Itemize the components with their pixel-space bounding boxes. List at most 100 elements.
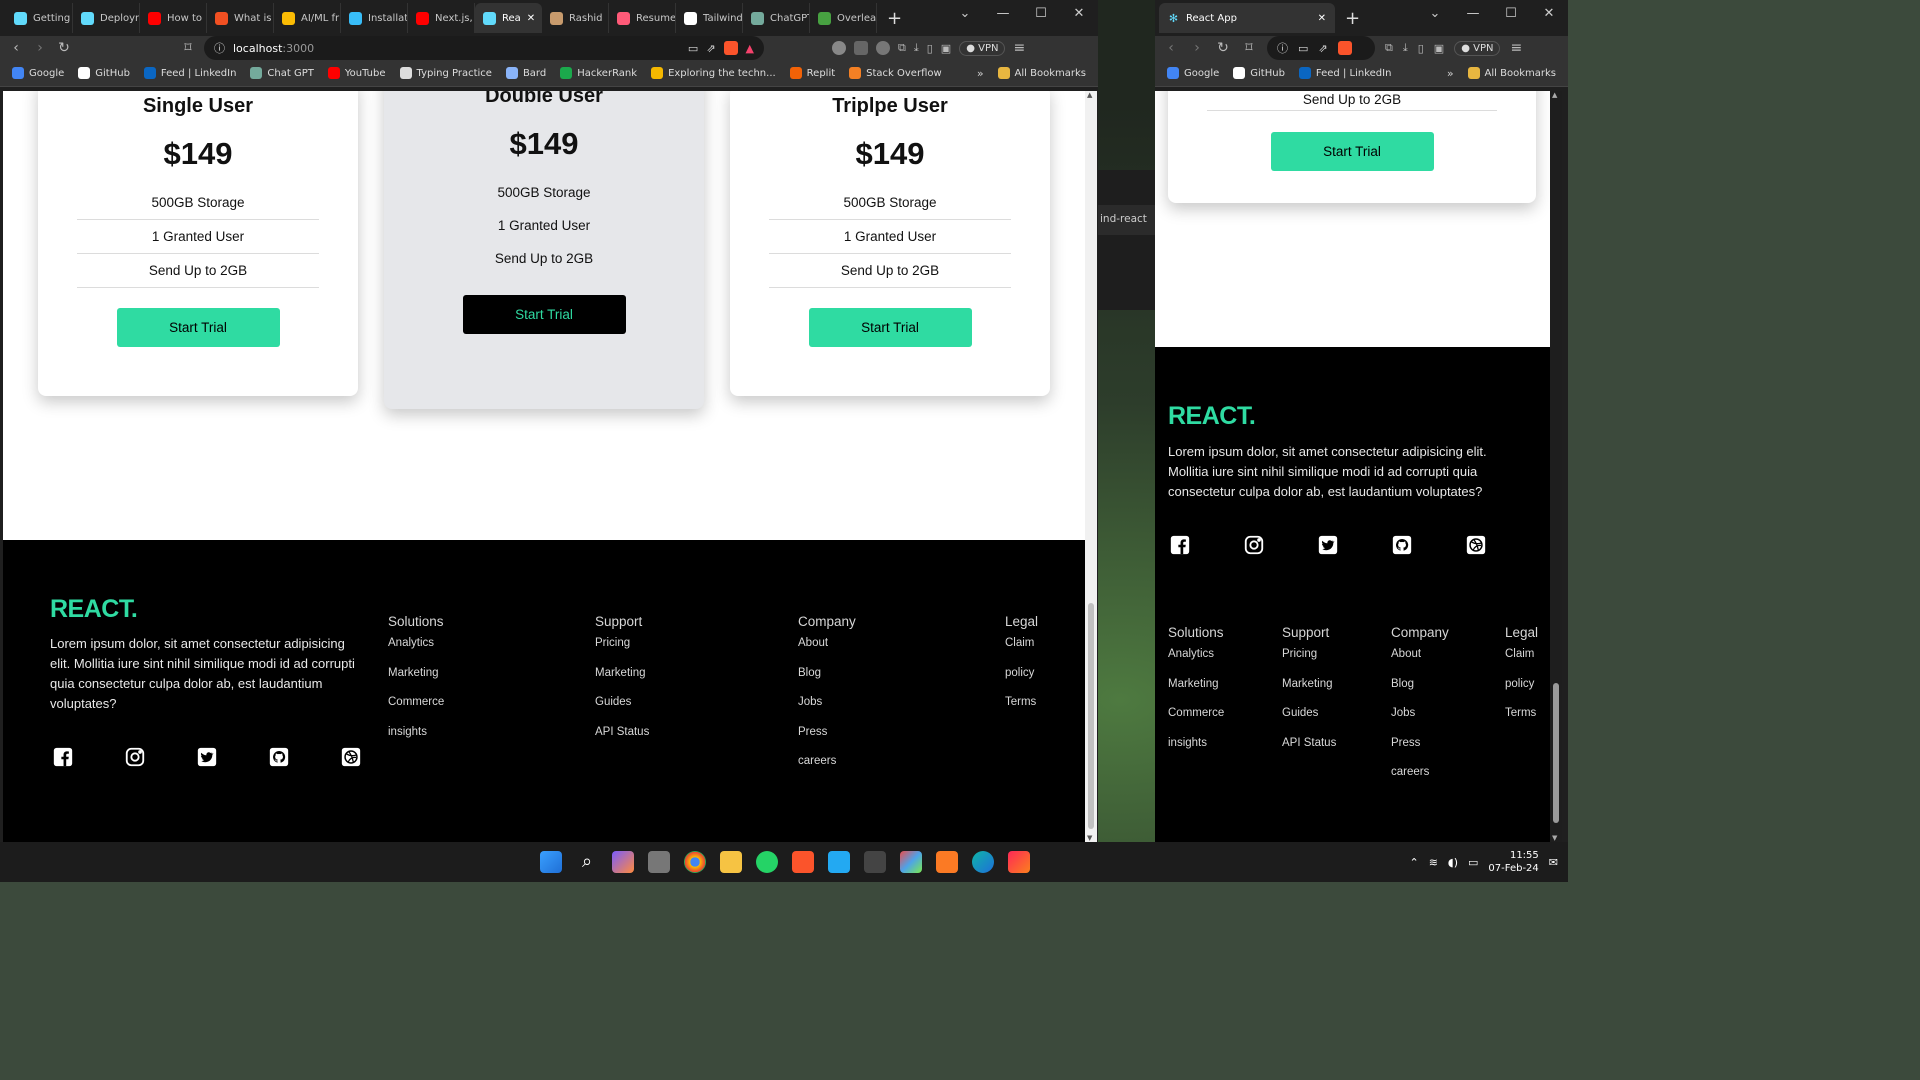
brave-shields-icon[interactable]: [723, 41, 738, 55]
footer-link[interactable]: Marketing: [1282, 676, 1336, 706]
bookmark-item[interactable]: GitHub: [78, 67, 130, 79]
footer-link[interactable]: About: [798, 635, 856, 665]
extension-icon-3[interactable]: [876, 41, 890, 55]
footer-link[interactable]: API Status: [595, 724, 649, 754]
scroll-down-icon[interactable]: ▼: [1087, 834, 1092, 842]
extensions-icon[interactable]: ⧉: [1385, 41, 1393, 55]
bookmark-page-icon[interactable]: ⌑: [1241, 40, 1257, 56]
copilot-icon[interactable]: [612, 851, 634, 873]
brave-rewards-icon[interactable]: ▲: [746, 42, 754, 55]
bookmark-item[interactable]: Bard: [505, 67, 546, 79]
vpn-button[interactable]: ● VPN: [959, 40, 1006, 56]
cast-icon[interactable]: ▭: [688, 42, 698, 55]
volume-icon[interactable]: ◖): [1448, 856, 1458, 869]
footer-link[interactable]: careers: [1391, 764, 1449, 794]
bookmark-item[interactable]: HackerRank: [560, 67, 637, 79]
bookmark-page-icon[interactable]: ⌑: [180, 40, 196, 56]
sidebar-icon[interactable]: ▯: [927, 42, 933, 55]
footer-link[interactable]: Press: [1391, 735, 1449, 765]
instagram-icon[interactable]: [123, 745, 147, 769]
footer-link[interactable]: Terms: [1505, 705, 1538, 735]
footer-link[interactable]: policy: [1505, 676, 1538, 706]
bookmarks-overflow-icon[interactable]: »: [1447, 67, 1454, 80]
notifications-icon[interactable]: ✉: [1549, 856, 1558, 869]
bookmark-item[interactable]: Chat GPT: [250, 67, 314, 79]
footer-link[interactable]: Marketing: [1168, 676, 1224, 706]
github-icon[interactable]: [267, 745, 291, 769]
close-tab-icon[interactable]: ✕: [1318, 13, 1326, 24]
browser-tab[interactable]: AI/ML fr: [274, 3, 341, 33]
browser-tab[interactable]: Installat: [341, 3, 408, 33]
browser-tab[interactable]: Rea ✕: [475, 3, 542, 33]
downloads-icon[interactable]: ⤓: [1403, 41, 1408, 55]
show-hidden-icons[interactable]: ⌃: [1409, 856, 1418, 869]
jetbrains-icon[interactable]: [1008, 851, 1030, 873]
footer-link[interactable]: Jobs: [1391, 705, 1449, 735]
instagram-icon[interactable]: [1242, 533, 1266, 557]
address-bar[interactable]: ⓘ localhost:3000 ▭ ⇗ ▲: [204, 36, 764, 60]
tab-search-icon[interactable]: ⌄: [1416, 6, 1454, 21]
browser-tab[interactable]: What is: [207, 3, 274, 33]
wifi-icon[interactable]: ≋: [1429, 856, 1438, 869]
footer-link[interactable]: Blog: [798, 665, 856, 695]
start-trial-button[interactable]: Start Trial: [808, 308, 972, 347]
browser-tab[interactable]: ChatGPT: [743, 3, 810, 33]
maximize-button[interactable]: ☐: [1022, 6, 1060, 21]
footer-link[interactable]: Claim: [1005, 635, 1038, 665]
footer-link[interactable]: policy: [1005, 665, 1038, 695]
footer-link[interactable]: Commerce: [1168, 705, 1224, 735]
back-icon[interactable]: ‹: [1163, 40, 1179, 56]
maximize-button[interactable]: ☐: [1492, 6, 1530, 21]
windows-start-icon[interactable]: [540, 851, 562, 873]
footer-link[interactable]: Pricing: [1282, 646, 1336, 676]
start-trial-button[interactable]: Start Trial: [462, 295, 626, 334]
minimize-button[interactable]: —: [984, 6, 1022, 21]
github-icon[interactable]: [1390, 533, 1414, 557]
footer-link[interactable]: insights: [1168, 735, 1224, 765]
facebook-icon[interactable]: [1168, 533, 1192, 557]
start-trial-button[interactable]: Start Trial: [1270, 132, 1434, 171]
whatsapp-icon[interactable]: [756, 851, 778, 873]
browser-tab[interactable]: Rashid: [542, 3, 609, 33]
forward-icon[interactable]: ›: [32, 40, 48, 56]
dribbble-icon[interactable]: [339, 745, 363, 769]
browser-tab[interactable]: Getting: [6, 3, 73, 33]
bookmark-item[interactable]: Feed | LinkedIn: [143, 67, 236, 79]
battery-icon[interactable]: ▭: [1468, 856, 1478, 869]
minimize-button[interactable]: —: [1454, 6, 1492, 21]
vscode-icon[interactable]: [828, 851, 850, 873]
browser-tab[interactable]: Tailwind: [676, 3, 743, 33]
all-bookmarks[interactable]: All Bookmarks: [997, 67, 1086, 79]
browser-tab[interactable]: How to: [140, 3, 207, 33]
footer-link[interactable]: Marketing: [388, 665, 444, 695]
wallet-icon[interactable]: ▣: [941, 42, 951, 55]
page-scrollbar[interactable]: ▲ ▼: [1550, 91, 1562, 842]
scrollbar-thumb[interactable]: [1553, 683, 1559, 823]
facebook-icon[interactable]: [51, 745, 75, 769]
footer-link[interactable]: careers: [798, 753, 856, 783]
twitter-icon[interactable]: [195, 745, 219, 769]
site-info-icon[interactable]: ⓘ: [1277, 40, 1288, 56]
scroll-up-icon[interactable]: ▲: [1087, 91, 1092, 99]
all-bookmarks[interactable]: All Bookmarks: [1467, 67, 1556, 79]
xampp-icon[interactable]: [936, 851, 958, 873]
reload-icon[interactable]: ↻: [56, 40, 72, 56]
footer-link[interactable]: Analytics: [1168, 646, 1224, 676]
sidebar-icon[interactable]: ▯: [1418, 42, 1424, 55]
cast-icon[interactable]: ▭: [1298, 42, 1308, 55]
downloads-icon[interactable]: ⤓: [914, 41, 919, 55]
tab-react-app[interactable]: ✻ React App ✕: [1159, 3, 1335, 33]
photos-icon[interactable]: [900, 851, 922, 873]
footer-link[interactable]: Blog: [1391, 676, 1449, 706]
start-trial-button[interactable]: Start Trial: [116, 308, 280, 347]
page-scrollbar[interactable]: ▲ ▼: [1085, 91, 1097, 842]
bookmark-item[interactable]: Exploring the techn...: [651, 67, 776, 79]
bookmark-item[interactable]: Typing Practice: [399, 67, 492, 79]
browser-tab[interactable]: Overleaf: [810, 3, 877, 33]
brave-shields-icon[interactable]: [1337, 41, 1352, 55]
footer-link[interactable]: Pricing: [595, 635, 649, 665]
bookmark-item[interactable]: Stack Overflow: [849, 67, 942, 79]
extensions-icon[interactable]: ⧉: [898, 41, 906, 55]
browser-tab[interactable]: Next.js,: [408, 3, 475, 33]
edge-icon[interactable]: [972, 851, 994, 873]
